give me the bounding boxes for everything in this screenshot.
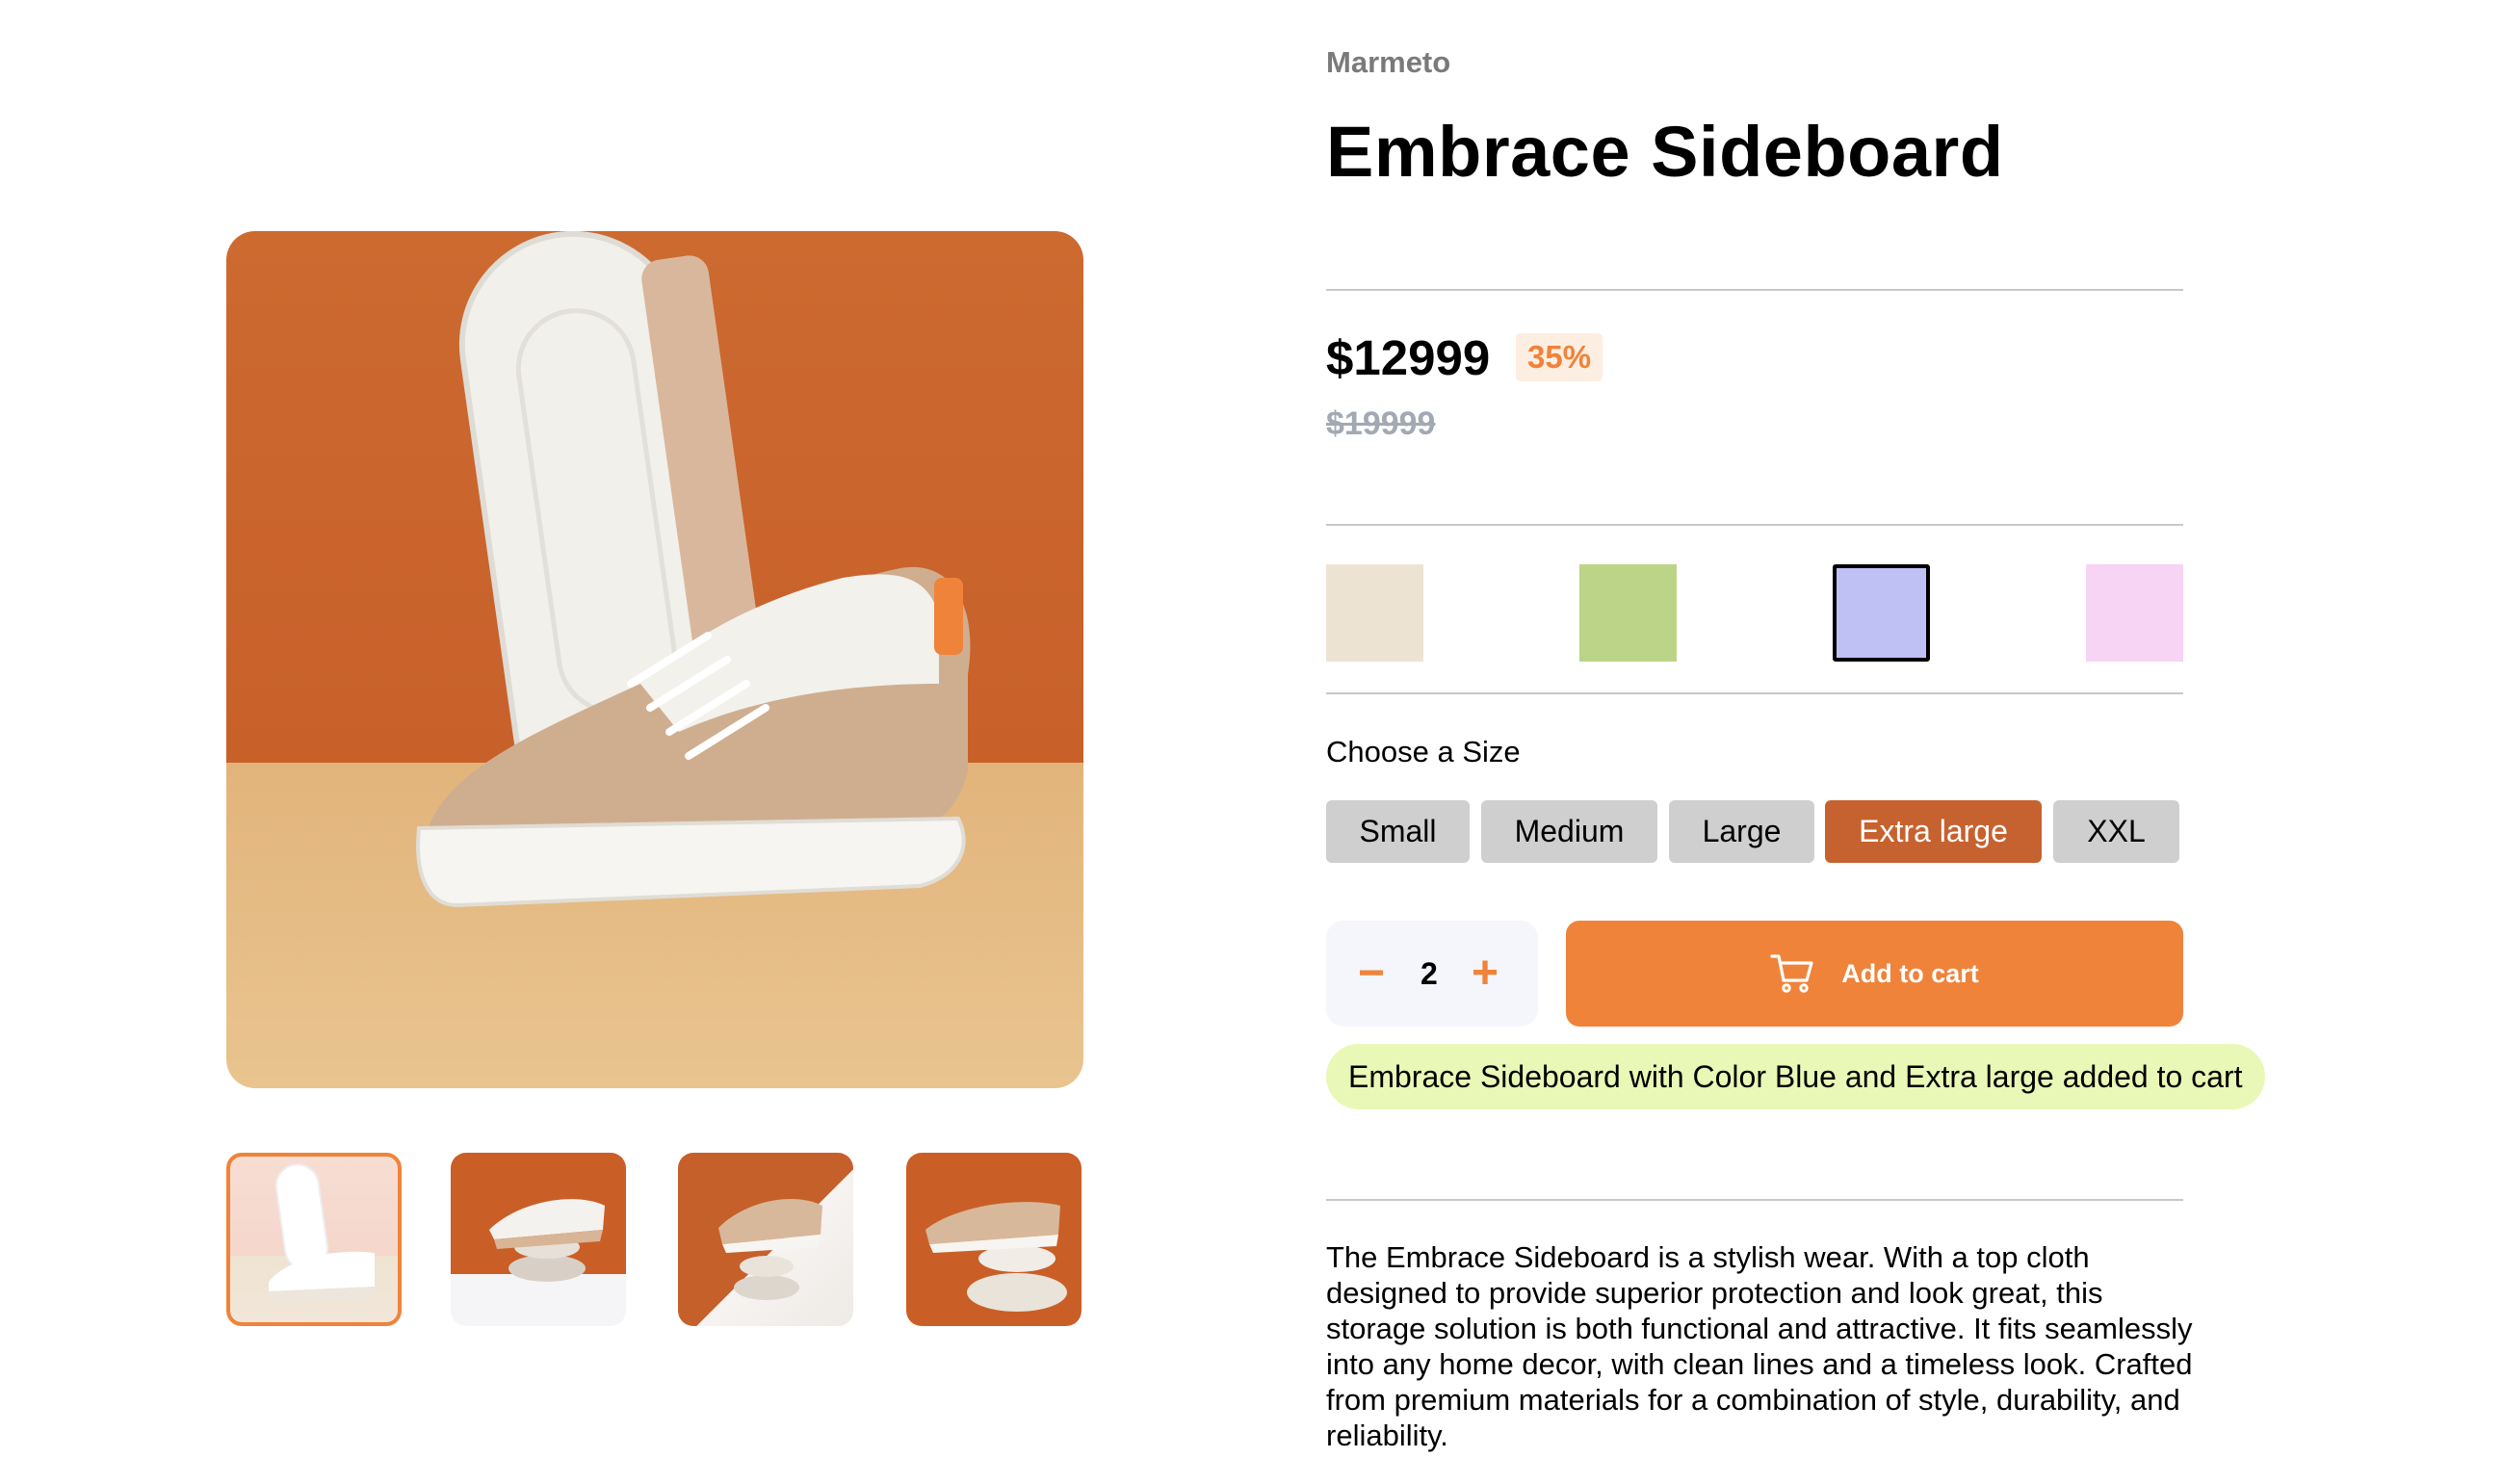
size-option-medium[interactable]: Medium xyxy=(1481,800,1657,863)
quantity-increment-button[interactable]: + xyxy=(1472,947,1499,1000)
thumbnail-2[interactable] xyxy=(451,1153,626,1326)
size-option-xxl[interactable]: XXL xyxy=(2053,800,2179,863)
product-title: Embrace Sideboard xyxy=(1326,112,2004,192)
cart-confirmation-message: Embrace Sideboard with Color Blue and Ex… xyxy=(1326,1044,2265,1109)
size-option-large[interactable]: Large xyxy=(1669,800,1814,863)
color-swatch-blue[interactable] xyxy=(1833,564,1930,662)
size-option-extra-large[interactable]: Extra large xyxy=(1825,800,2042,863)
quantity-value: 2 xyxy=(1420,956,1438,991)
size-option-small[interactable]: Small xyxy=(1326,800,1470,863)
brand-name: Marmeto xyxy=(1326,45,1451,79)
color-swatch-pink[interactable] xyxy=(2086,564,2183,662)
sneaker-thumbnail-image xyxy=(718,1199,822,1300)
original-price: $19999 xyxy=(1326,405,1436,442)
current-price: $12999 xyxy=(1326,330,1491,385)
sneaker-thumbnail-image xyxy=(489,1199,605,1282)
thumbnail-3[interactable] xyxy=(678,1153,853,1326)
add-to-cart-button[interactable]: Add to cart xyxy=(1566,921,2183,1027)
divider xyxy=(1326,524,2183,526)
sneaker-thumbnail-image xyxy=(269,1163,375,1301)
size-heading: Choose a Size xyxy=(1326,735,1521,768)
sneaker-illustration xyxy=(416,231,971,908)
divider xyxy=(1326,692,2183,694)
divider xyxy=(1326,289,2183,291)
color-swatch-beige[interactable] xyxy=(1326,564,1423,662)
main-product-image xyxy=(226,231,1083,1088)
divider xyxy=(1326,1199,2183,1201)
cart-icon xyxy=(1770,954,1813,993)
thumbnail-4[interactable] xyxy=(906,1153,1082,1326)
add-to-cart-label: Add to cart xyxy=(1841,958,1979,988)
color-swatch-green[interactable] xyxy=(1579,564,1677,662)
discount-badge: 35% xyxy=(1516,333,1603,381)
product-description: The Embrace Sideboard is a stylish wear.… xyxy=(1326,1240,2193,1452)
quantity-decrement-button[interactable]: − xyxy=(1358,947,1385,1000)
thumbnail-1[interactable] xyxy=(226,1153,402,1326)
sneaker-thumbnail-image xyxy=(925,1202,1067,1312)
